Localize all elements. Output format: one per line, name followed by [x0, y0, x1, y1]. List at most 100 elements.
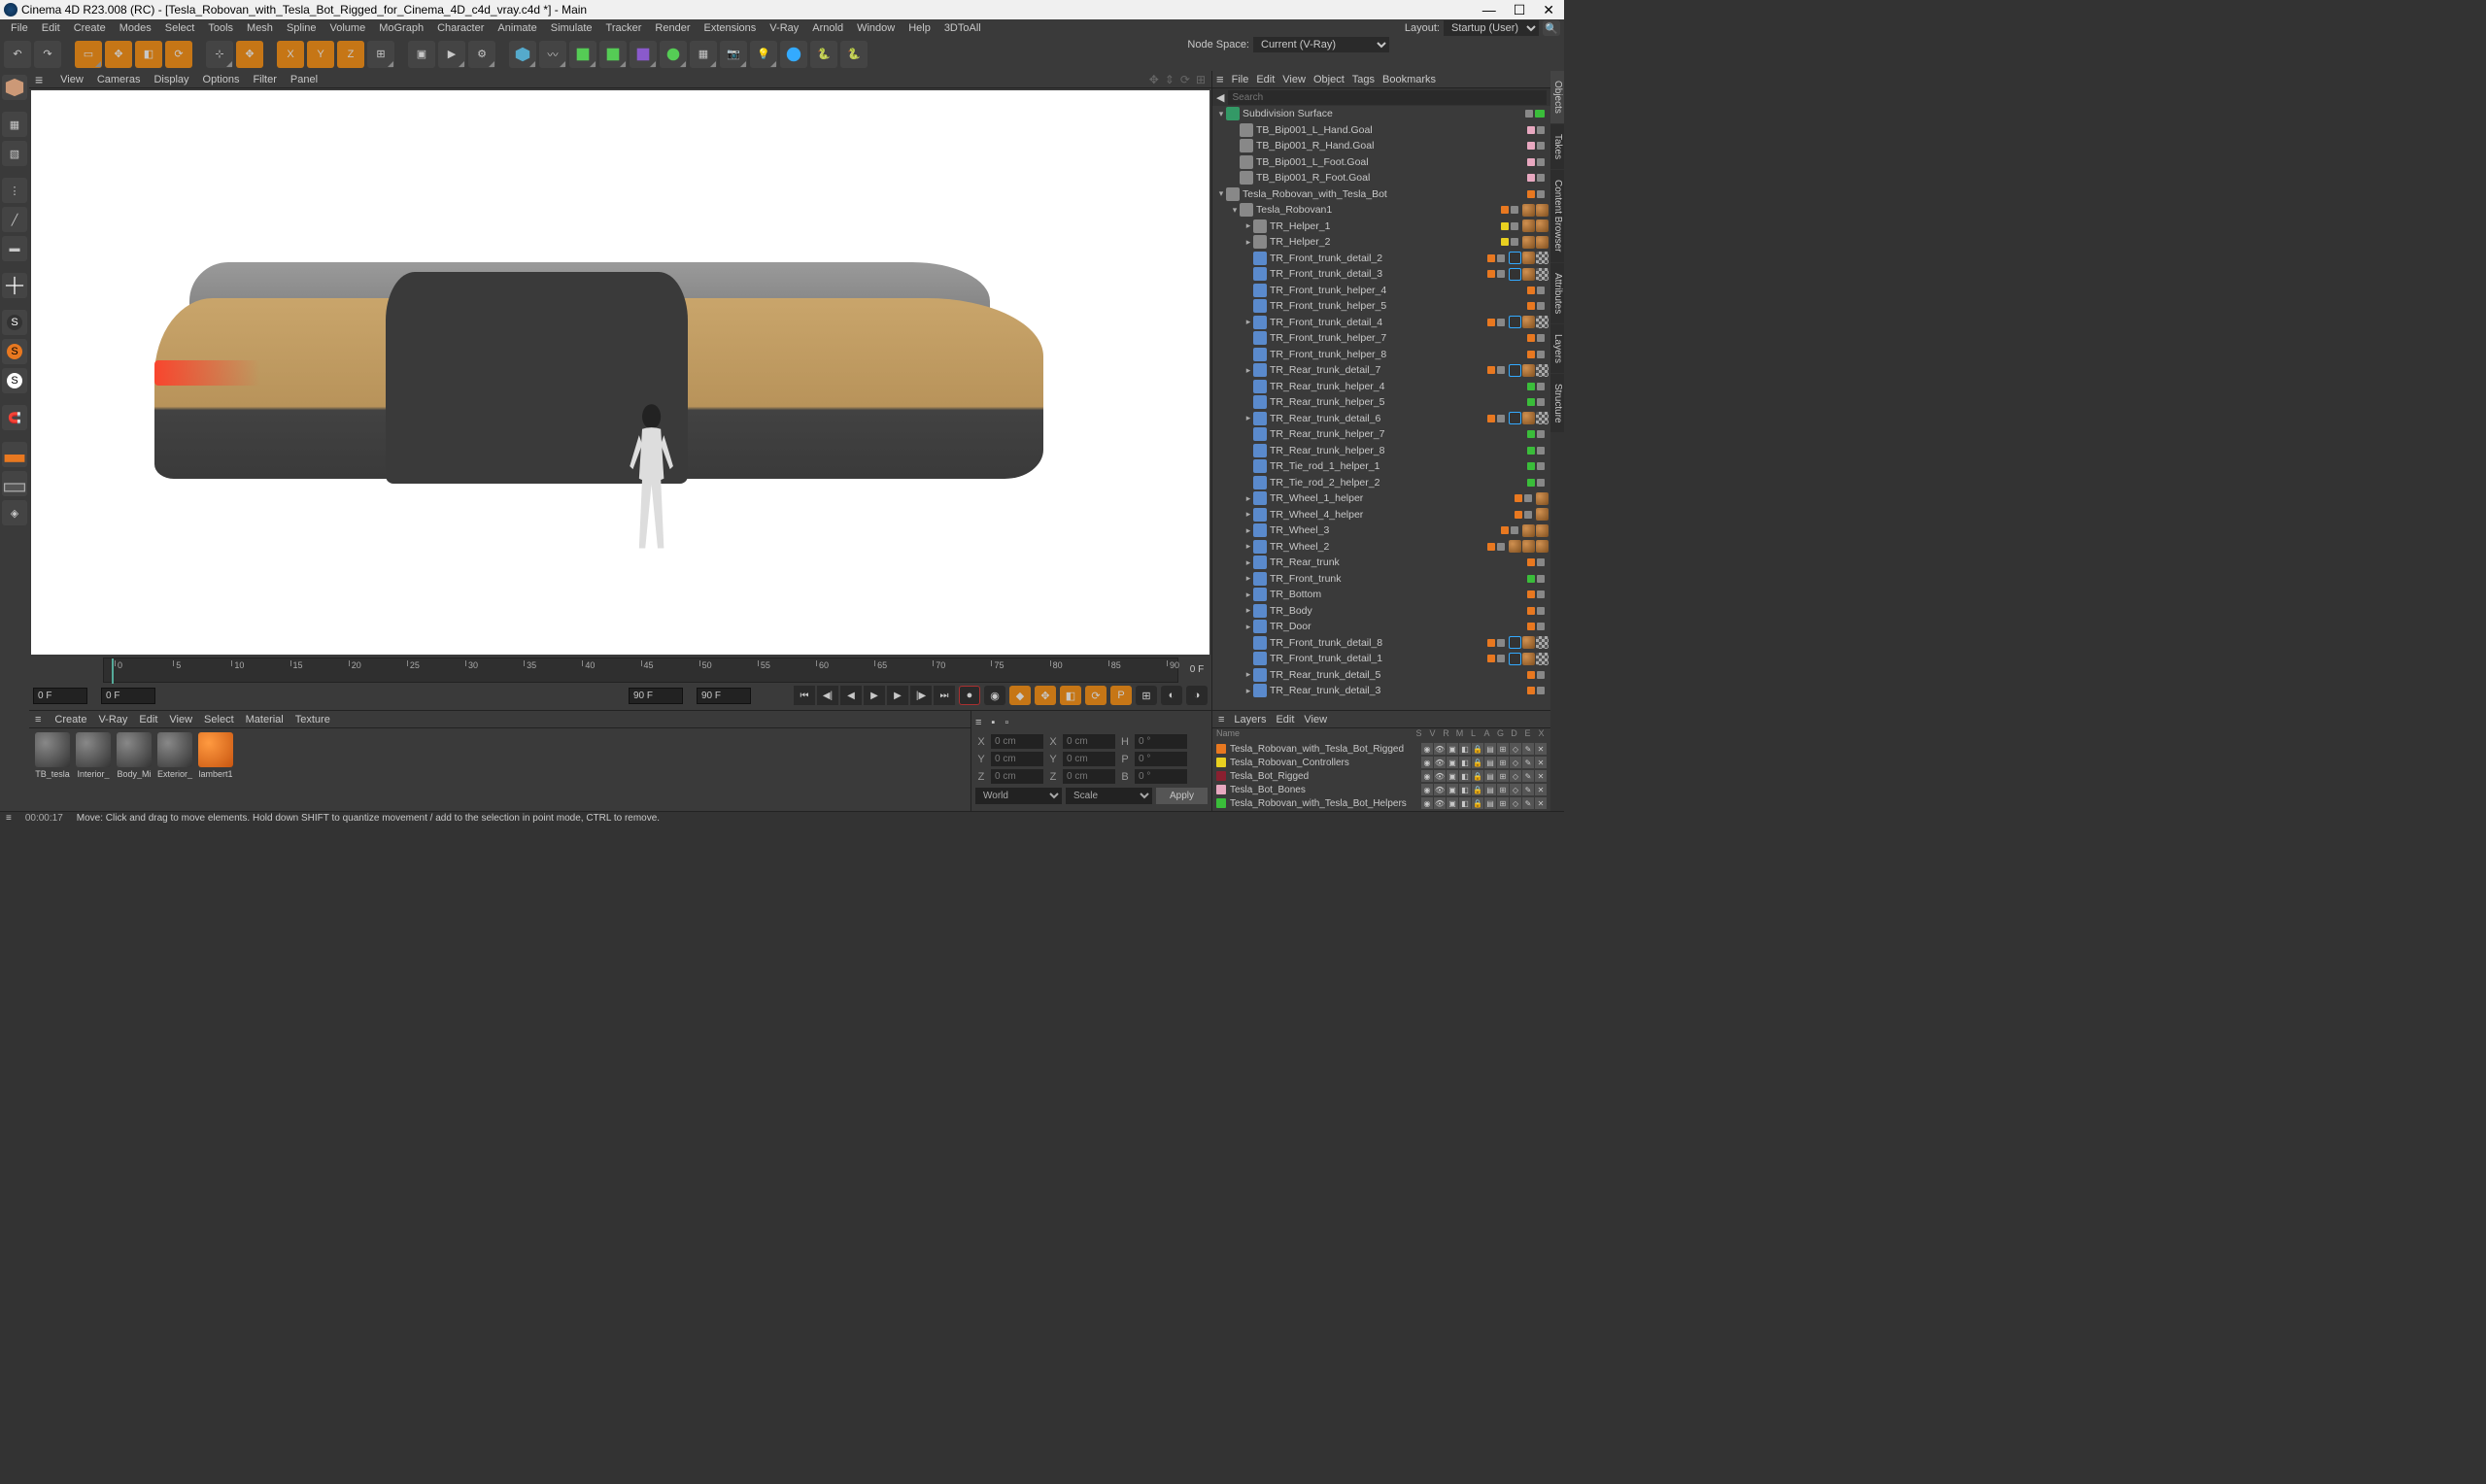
layer-flags[interactable]: ◉👁▣◧🔒▤⊞◇✎✕: [1421, 770, 1547, 782]
tag-icons[interactable]: [1509, 252, 1549, 264]
obj-menu-bookmarks[interactable]: Bookmarks: [1382, 74, 1436, 85]
layer-flags[interactable]: ◉👁▣◧🔒▤⊞◇✎✕: [1421, 757, 1547, 768]
visibility-dots[interactable]: [1527, 126, 1545, 134]
vp-menu-options[interactable]: Options: [203, 74, 240, 85]
expand-icon[interactable]: ▾: [1230, 205, 1240, 216]
object-tree[interactable]: ▾Subdivision SurfaceTB_Bip001_L_Hand.Goa…: [1212, 106, 1550, 710]
node-space-select[interactable]: Current (V-Ray): [1253, 37, 1389, 52]
tree-item[interactable]: TB_Bip001_R_Hand.Goal: [1212, 138, 1550, 154]
visibility-dots[interactable]: [1501, 206, 1518, 214]
menu-file[interactable]: File: [4, 21, 35, 35]
tree-item[interactable]: TB_Bip001_L_Foot.Goal: [1212, 154, 1550, 171]
grid-icon[interactable]: [2, 471, 27, 496]
mat-menu-create[interactable]: Create: [54, 714, 86, 725]
tree-item[interactable]: TR_Rear_trunk_helper_5: [1212, 394, 1550, 411]
coord-hamburger-icon[interactable]: ≡: [975, 717, 981, 728]
tree-item[interactable]: TB_Bip001_L_Hand.Goal: [1212, 122, 1550, 139]
obj-menu-object[interactable]: Object: [1313, 74, 1345, 85]
snap-2[interactable]: S: [2, 339, 27, 364]
mat-menu-texture[interactable]: Texture: [295, 714, 330, 725]
size-x-input[interactable]: [1063, 734, 1115, 749]
expand-icon[interactable]: ▸: [1243, 573, 1253, 584]
vp-menu-view[interactable]: View: [60, 74, 84, 85]
tree-item[interactable]: TR_Tie_rod_2_helper_2: [1212, 475, 1550, 491]
expand-icon[interactable]: ▸: [1243, 605, 1253, 616]
polygons-mode[interactable]: ▬: [2, 236, 27, 261]
magnet-icon[interactable]: 🧲: [2, 405, 27, 430]
tree-item[interactable]: ▸TR_Rear_trunk_detail_5: [1212, 667, 1550, 684]
layers-hamburger-icon[interactable]: ≡: [1218, 714, 1224, 725]
obj-menu-view[interactable]: View: [1282, 74, 1306, 85]
layers-menu-edit[interactable]: Edit: [1276, 714, 1294, 725]
visibility-dots[interactable]: [1527, 590, 1545, 598]
go-start-button[interactable]: ⏮: [794, 686, 815, 705]
object-search-input[interactable]: [1228, 90, 1547, 105]
timeline-ruler[interactable]: 051015202530354045505560657075808590: [103, 658, 1178, 683]
close-icon[interactable]: ✕: [1543, 2, 1554, 18]
visibility-dots[interactable]: [1527, 479, 1545, 487]
visibility-dots[interactable]: [1527, 190, 1545, 198]
layer-item[interactable]: Tesla_Bot_Rigged◉👁▣◧🔒▤⊞◇✎✕: [1212, 769, 1550, 783]
expand-icon[interactable]: ▸: [1243, 237, 1253, 248]
tree-item[interactable]: ▸TR_Rear_trunk_detail_3: [1212, 683, 1550, 699]
tree-item[interactable]: TR_Front_trunk_detail_2: [1212, 251, 1550, 267]
tree-item[interactable]: TB_Bip001_R_Foot.Goal: [1212, 170, 1550, 186]
expand-icon[interactable]: ▸: [1243, 509, 1253, 520]
menu-tracker[interactable]: Tracker: [599, 21, 649, 35]
pla-key[interactable]: ⊞: [1136, 686, 1157, 705]
tree-item[interactable]: ▸TR_Rear_trunk_detail_7: [1212, 362, 1550, 379]
menu-help[interactable]: Help: [902, 21, 937, 35]
playhead[interactable]: [112, 658, 114, 684]
viewport[interactable]: [31, 90, 1209, 655]
menu-mograph[interactable]: MoGraph: [372, 21, 430, 35]
layout-select[interactable]: Startup (User): [1444, 20, 1539, 36]
mat-menu-edit[interactable]: Edit: [139, 714, 157, 725]
viewport-hamburger-icon[interactable]: ≡: [35, 72, 43, 87]
visibility-dots[interactable]: [1527, 462, 1545, 470]
layer-flags[interactable]: ◉👁▣◧🔒▤⊞◇✎✕: [1421, 797, 1547, 809]
tree-item[interactable]: TR_Front_trunk_detail_8: [1212, 635, 1550, 652]
mat-menu-select[interactable]: Select: [204, 714, 234, 725]
rot-b-input[interactable]: [1135, 769, 1187, 784]
tag-icons[interactable]: [1509, 412, 1549, 424]
tree-item[interactable]: ▸TR_Bottom: [1212, 587, 1550, 603]
mat-menu-view[interactable]: View: [169, 714, 192, 725]
visibility-dots[interactable]: [1527, 558, 1545, 566]
vp-menu-display[interactable]: Display: [153, 74, 188, 85]
tree-item[interactable]: TR_Front_trunk_helper_7: [1212, 330, 1550, 347]
layer-item[interactable]: Tesla_Robovan_with_Tesla_Bot_Rigged◉👁▣◧🔒…: [1212, 742, 1550, 756]
tree-item[interactable]: ▸TR_Door: [1212, 619, 1550, 635]
expand-icon[interactable]: ▸: [1243, 525, 1253, 536]
tag-icons[interactable]: [1536, 508, 1549, 521]
spline-primitive[interactable]: 〰: [539, 41, 566, 68]
size-z-input[interactable]: [1063, 769, 1115, 784]
material-Exterior_[interactable]: Exterior_: [155, 732, 194, 807]
tree-item[interactable]: ▸TR_Wheel_3: [1212, 523, 1550, 539]
tree-item[interactable]: ▸TR_Body: [1212, 603, 1550, 620]
frame-current-input[interactable]: [101, 688, 155, 704]
visibility-dots[interactable]: [1487, 415, 1505, 422]
y-axis[interactable]: Y: [307, 41, 334, 68]
tree-item[interactable]: ▾Tesla_Robovan1: [1212, 202, 1550, 219]
visibility-dots[interactable]: [1527, 398, 1545, 406]
tree-item[interactable]: ▸TR_Helper_2: [1212, 234, 1550, 251]
menu-render[interactable]: Render: [648, 21, 697, 35]
visibility-dots[interactable]: [1527, 351, 1545, 358]
visibility-dots[interactable]: [1501, 222, 1518, 230]
tab-objects[interactable]: Objects: [1550, 71, 1564, 123]
tree-item[interactable]: ▾Tesla_Robovan_with_Tesla_Bot: [1212, 186, 1550, 203]
obj-menu-tags[interactable]: Tags: [1352, 74, 1375, 85]
cube-primitive[interactable]: [509, 41, 536, 68]
material-Interior_[interactable]: Interior_: [74, 732, 113, 807]
tag-icons[interactable]: [1509, 364, 1549, 377]
vp-zoom-icon[interactable]: ⇕: [1165, 73, 1175, 86]
workplane-icon[interactable]: [2, 442, 27, 467]
z-axis[interactable]: Z: [337, 41, 364, 68]
apply-button[interactable]: Apply: [1156, 788, 1208, 804]
menu-animate[interactable]: Animate: [491, 21, 543, 35]
key-opt1[interactable]: ◐: [1161, 686, 1182, 705]
snap-1[interactable]: S: [2, 310, 27, 335]
go-end-button[interactable]: ⏭: [934, 686, 955, 705]
pos-key[interactable]: ✥: [1035, 686, 1056, 705]
expand-icon[interactable]: ▸: [1243, 622, 1253, 632]
